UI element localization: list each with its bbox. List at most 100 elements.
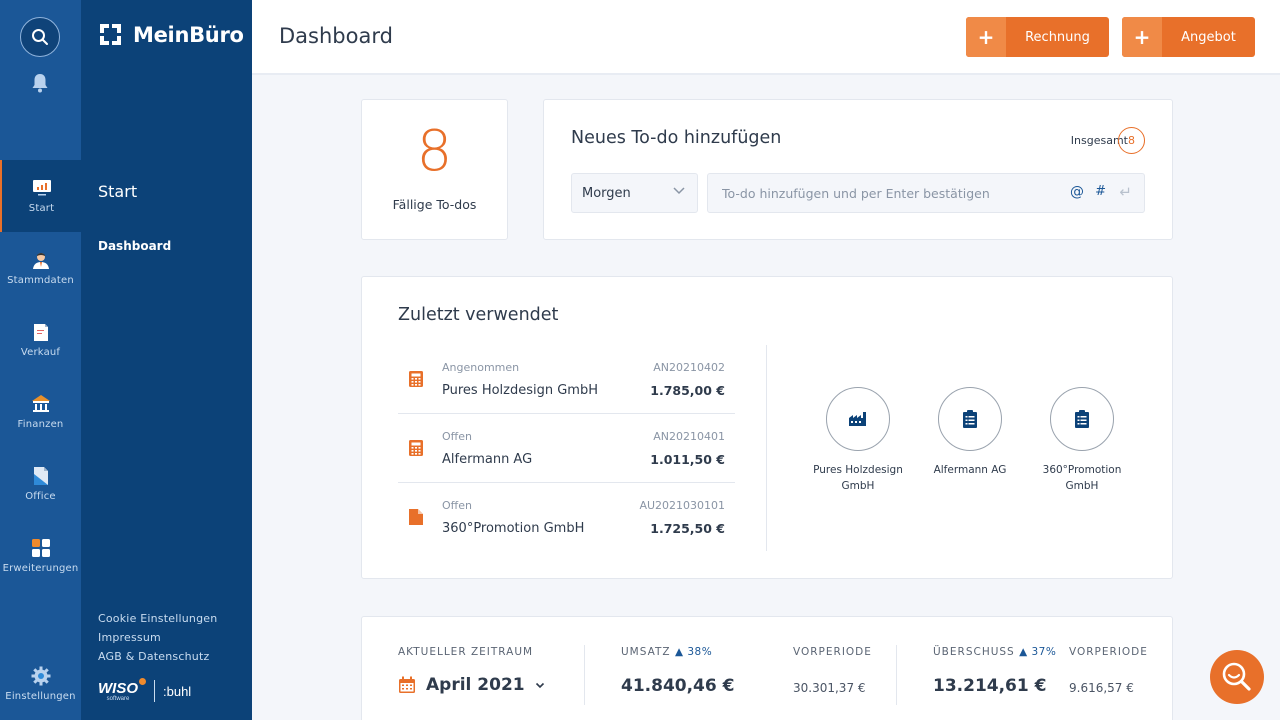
todo-total-badge[interactable]: 8 (1118, 127, 1145, 154)
document-status: Angenommen (442, 361, 519, 374)
recent-contact[interactable]: Pures Holzdesign GmbH (802, 387, 914, 494)
recent-documents-list: Angenommen AN20210402 Pures Holzdesign G… (398, 345, 735, 552)
revenue-label: UMSATZ ▲ 38% (621, 646, 712, 658)
document-customer: Pures Holzdesign GmbH (442, 383, 598, 398)
recent-document-row[interactable]: Offen AU2021030101 360°Promotion GmbH 1.… (398, 483, 735, 552)
calendar-icon (398, 676, 416, 694)
agb-datenschutz-link[interactable]: AGB & Datenschutz (98, 650, 217, 663)
rail-item-finanzen[interactable]: Finanzen (0, 376, 81, 448)
recently-used-card: Zuletzt verwendet Angenommen AN20210402 … (361, 276, 1173, 579)
vendor-logos: WISO software :buhl (98, 680, 191, 702)
file-icon (409, 509, 423, 525)
secondary-nav: MeinBüro Start Dashboard Cookie Einstell… (81, 0, 252, 720)
file-icon (31, 466, 51, 486)
document-customer: Alfermann AG (442, 452, 532, 467)
search-smile-icon (1220, 660, 1254, 694)
help-search-button[interactable] (1210, 650, 1264, 704)
trend-up-icon: ▲ (675, 646, 684, 658)
rail-item-label: Finanzen (18, 419, 64, 430)
recently-used-title: Zuletzt verwendet (398, 305, 558, 325)
cookie-settings-link[interactable]: Cookie Einstellungen (98, 612, 217, 625)
wiso-logo: WISO software (98, 681, 138, 702)
recent-contacts: Pures Holzdesign GmbH Alfermann AG 360°P… (802, 387, 1138, 494)
rail-item-label: Stammdaten (7, 275, 74, 286)
nav-footer: Cookie Einstellungen Impressum AGB & Dat… (98, 612, 217, 669)
new-invoice-button[interactable]: + Rechnung (966, 17, 1109, 57)
period-select[interactable]: April 2021 (398, 675, 545, 695)
rail-item-einstellungen[interactable]: Einstellungen (0, 648, 81, 720)
chevron-down-icon (673, 187, 685, 195)
contact-name: 360°Promotion GmbH (1032, 462, 1132, 494)
trend-up-icon: ▲ (1019, 646, 1028, 658)
recent-document-row[interactable]: Angenommen AN20210402 Pures Holzdesign G… (398, 345, 735, 414)
rail-item-erweiterungen[interactable]: Erweiterungen (0, 520, 81, 592)
page-title: Dashboard (279, 24, 393, 48)
wiso-logo-dot (139, 678, 146, 685)
revenue-trend: ▲ 38% (675, 646, 712, 658)
surplus-label: ÜBERSCHUSS ▲ 37% (933, 646, 1056, 658)
rail-item-verkauf[interactable]: Verkauf (0, 304, 81, 376)
bank-icon (31, 394, 51, 414)
calculator-icon (409, 440, 423, 456)
period-label: AKTUELLER ZEITRAUM (398, 646, 533, 658)
surplus-prev-value: 9.616,57 € (1069, 681, 1134, 695)
document-amount: 1.011,50 € (650, 452, 725, 467)
nav-section-title: Start (98, 182, 137, 201)
document-status: Offen (442, 430, 472, 443)
buhl-logo: :buhl (163, 684, 191, 699)
surplus-trend: ▲ 37% (1019, 646, 1056, 658)
contact-avatar (1050, 387, 1114, 451)
rail-item-label: Start (29, 203, 54, 214)
search-icon (31, 28, 49, 46)
plus-icon: + (966, 17, 1006, 57)
nav-link-dashboard[interactable]: Dashboard (98, 239, 171, 253)
bell-icon (31, 73, 49, 93)
recent-divider (766, 345, 767, 551)
rail-item-label: Office (25, 491, 56, 502)
hashtag-icon[interactable]: # (1095, 184, 1106, 199)
contact-avatar (826, 387, 890, 451)
todo-due-select[interactable]: Morgen (571, 173, 698, 213)
brand-name: MeinBüro (133, 23, 244, 47)
notifications-button[interactable] (31, 73, 49, 93)
impressum-link[interactable]: Impressum (98, 631, 217, 644)
revenue-prev-value: 30.301,37 € (793, 681, 866, 695)
plus-icon: + (1122, 17, 1162, 57)
new-todo-card: Neues To-do hinzufügen Insgesamt 8 Morge… (543, 99, 1173, 240)
brand-logo[interactable]: MeinBüro (98, 22, 244, 47)
contact-name: Pures Holzdesign GmbH (808, 462, 908, 494)
due-todos-card[interactable]: 8 Fällige To-dos (361, 99, 508, 240)
rail-item-label: Einstellungen (5, 691, 75, 702)
new-offer-button[interactable]: + Angebot (1122, 17, 1255, 57)
new-todo-title: Neues To-do hinzufügen (571, 128, 781, 148)
rail-item-label: Verkauf (21, 347, 60, 358)
rail-item-office[interactable]: Office (0, 448, 81, 520)
recent-document-row[interactable]: Offen AN20210401 Alfermann AG 1.011,50 € (398, 414, 735, 483)
rail-item-start[interactable]: Start (0, 160, 81, 232)
due-todos-label: Fällige To-dos (362, 197, 507, 212)
rail-item-stammdaten[interactable]: Stammdaten (0, 232, 81, 304)
kpi-divider (896, 645, 897, 705)
todo-input-wrapper: @ # ↵ (707, 173, 1145, 213)
surplus-value: 13.214,61 € (933, 676, 1046, 696)
surplus-prev-label: VORPERIODE (1069, 646, 1148, 658)
recent-contact[interactable]: 360°Promotion GmbH (1026, 387, 1138, 494)
document-number: AN20210402 (653, 361, 725, 374)
global-search-button[interactable] (20, 17, 60, 57)
document-status: Offen (442, 499, 472, 512)
calculator-icon (409, 371, 423, 387)
todo-input[interactable] (708, 174, 1048, 212)
page-header: Dashboard + Rechnung + Angebot (252, 0, 1280, 75)
mention-icon[interactable]: @ (1070, 184, 1084, 200)
kpi-card: AKTUELLER ZEITRAUM April 2021 UMSATZ ▲ 3… (361, 616, 1173, 720)
grid-icon (31, 538, 51, 558)
icon-rail: Start Stammdaten Verkauf Finanzen Office… (0, 0, 81, 720)
recent-contact[interactable]: Alfermann AG (914, 387, 1026, 494)
enter-icon[interactable]: ↵ (1119, 183, 1132, 201)
kpi-divider (584, 645, 585, 705)
todo-due-value: Morgen (582, 186, 631, 201)
person-icon (31, 250, 51, 270)
revenue-value: 41.840,46 € (621, 676, 734, 696)
document-number: AU2021030101 (639, 499, 725, 512)
chevron-down-icon (535, 682, 545, 689)
